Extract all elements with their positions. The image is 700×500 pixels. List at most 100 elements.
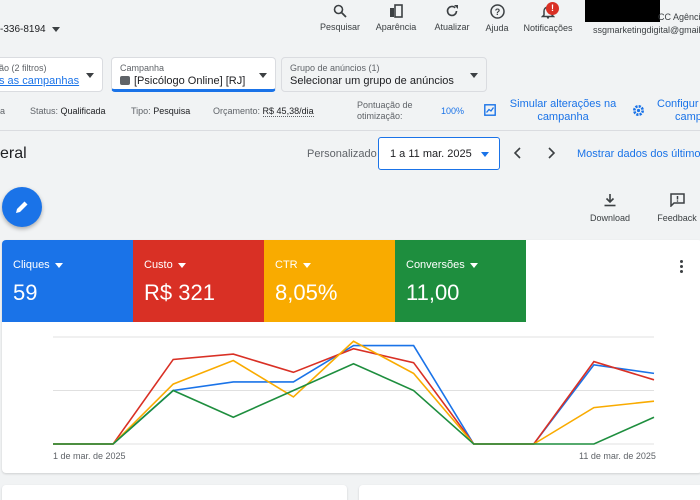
chart-icon <box>484 104 496 116</box>
simulate-line-2: campanha <box>537 111 589 123</box>
chevron-down-icon <box>86 73 94 78</box>
campaign-type: Tipo: Pesquisa <box>131 106 190 116</box>
optimization-label-2: otimização: <box>357 111 403 121</box>
chevron-down-icon <box>469 262 478 268</box>
gear-icon <box>633 105 644 116</box>
metric-value: 11,00 <box>406 280 460 305</box>
help-button[interactable]: ? Ajuda <box>477 4 517 33</box>
campaign-picker[interactable]: Campanha [Psicólogo Online] [RJ] <box>111 57 276 92</box>
status-value: Qualificada <box>60 106 106 116</box>
date-mode-label: Personalizado <box>307 148 377 160</box>
devices-card <box>359 485 700 500</box>
metric-value: 8,05% <box>275 280 338 305</box>
chevron-down-icon <box>302 262 311 268</box>
more-options-icon[interactable] <box>680 260 684 275</box>
metric-tile-clicks[interactable]: Cliques 59 <box>2 240 133 322</box>
chevron-left-icon[interactable] <box>511 146 525 160</box>
performance-card: Cliques 59 Custo R$ 321 CTR 8,05% Conver… <box>2 240 700 473</box>
performance-line-chart <box>53 336 655 445</box>
date-range-picker[interactable]: 1 a 11 mar. 2025 <box>378 137 500 170</box>
type-label: Tipo: <box>131 106 151 116</box>
ad-group-picker-label: Grupo de anúncios (1) <box>290 63 380 73</box>
simulate-line-1: Simular alterações na <box>509 98 617 110</box>
redacted-block <box>585 0 660 22</box>
campaign-budget: Orçamento: R$ 45,38/dia <box>213 106 314 117</box>
metric-tile-cost[interactable]: Custo R$ 321 <box>133 240 264 322</box>
account-email[interactable]: ssgmarketingdigital@gmail <box>593 25 700 35</box>
series-line-cliques <box>53 344 655 445</box>
chevron-down-icon <box>470 73 478 78</box>
show-last-period-link[interactable]: Mostrar dados dos últimos <box>577 148 700 160</box>
status-label: Status: <box>30 106 59 116</box>
svg-text:?: ? <box>494 7 500 17</box>
metric-label: Cliques <box>13 259 50 271</box>
refresh-button[interactable]: Atualizar <box>430 4 474 32</box>
appearance-label: Aparência <box>375 22 417 32</box>
budget-value[interactable]: R$ 45,38/dia <box>262 106 314 117</box>
type-value: Pesquisa <box>153 106 191 116</box>
search-label: Pesquisar <box>319 22 361 32</box>
chevron-down-icon <box>51 26 60 32</box>
metric-label: Custo <box>144 259 173 271</box>
chevron-right-icon[interactable] <box>544 146 558 160</box>
edit-fab-button[interactable] <box>2 187 42 227</box>
x-tick-label-start: 1 de mar. de 2025 <box>53 451 126 461</box>
divider <box>0 130 700 131</box>
download-button[interactable]: Download <box>588 193 632 223</box>
optimization-label-1: Pontuação de <box>357 100 413 110</box>
chevron-down-icon <box>177 262 186 268</box>
ad-group-picker[interactable]: Grupo de anúncios (1) Selecionar um grup… <box>281 57 487 92</box>
date-range-value: 1 a 11 mar. 2025 <box>390 148 472 160</box>
notifications-button[interactable]: ! Notificações <box>520 2 576 33</box>
help-label: Ajuda <box>485 23 509 33</box>
search-campaign-icon <box>120 76 130 85</box>
configure-line-1: Configur <box>657 98 699 110</box>
account-switcher[interactable]: -336-8194 <box>0 24 60 35</box>
feedback-button[interactable]: Feedback <box>656 193 698 223</box>
pencil-icon <box>16 201 28 213</box>
status-lead: a <box>0 106 6 116</box>
top-bar: -336-8194 Pesquisar Aparência Atualizar … <box>0 0 700 50</box>
optimization-score-card <box>2 485 347 500</box>
notifications-label: Notificações <box>523 23 573 33</box>
budget-label: Orçamento: <box>213 106 261 116</box>
search-button[interactable]: Pesquisar <box>318 4 362 32</box>
metric-value: 59 <box>13 280 38 305</box>
campaign-status: Status: Qualificada <box>30 106 106 116</box>
metric-value: R$ 321 <box>144 280 215 305</box>
campaign-picker-value: [Psicólogo Online] [RJ] <box>134 75 246 87</box>
optimization-score-label: Pontuação de otimização: <box>357 100 413 122</box>
download-icon <box>604 194 616 207</box>
chevron-down-icon <box>54 262 63 268</box>
view-filter-value: s as campanhas <box>0 75 80 87</box>
ad-group-picker-value: Selecionar um grupo de anúncios <box>290 75 454 87</box>
search-icon <box>333 4 347 18</box>
page-title: eral <box>0 145 27 162</box>
feedback-icon <box>669 193 685 207</box>
campaign-picker-value-wrap: [Psicólogo Online] [RJ] <box>120 75 245 87</box>
refresh-icon <box>446 5 458 17</box>
optimization-score-value[interactable]: 100% <box>441 106 464 116</box>
configure-line-2: camp <box>675 111 700 123</box>
view-filter-label: ão (2 filtros) <box>0 63 47 73</box>
account-name[interactable]: CC Agênci <box>658 12 700 22</box>
metric-tile-conversions[interactable]: Conversões 11,00 <box>395 240 526 322</box>
help-icon: ? <box>489 4 505 19</box>
metric-label: CTR <box>275 259 298 271</box>
x-tick-label-end: 11 de mar. de 2025 <box>579 451 656 461</box>
campaign-picker-label: Campanha <box>120 63 165 73</box>
refresh-label: Atualizar <box>434 22 470 32</box>
account-id: -336-8194 <box>0 24 46 35</box>
feedback-label: Feedback <box>657 213 697 223</box>
metric-tile-ctr[interactable]: CTR 8,05% <box>264 240 395 322</box>
appearance-icon <box>390 4 403 18</box>
view-filter-picker[interactable]: ão (2 filtros) s as campanhas <box>0 57 103 92</box>
metric-label: Conversões <box>406 259 465 271</box>
download-label: Download <box>589 213 631 223</box>
chevron-down-icon <box>481 152 489 157</box>
appearance-button[interactable]: Aparência <box>374 4 418 32</box>
chevron-down-icon <box>259 73 267 78</box>
series-line-ctr <box>53 340 655 445</box>
notification-badge: ! <box>546 2 559 15</box>
simulate-changes-label: Simular alterações na campanha <box>508 98 618 124</box>
